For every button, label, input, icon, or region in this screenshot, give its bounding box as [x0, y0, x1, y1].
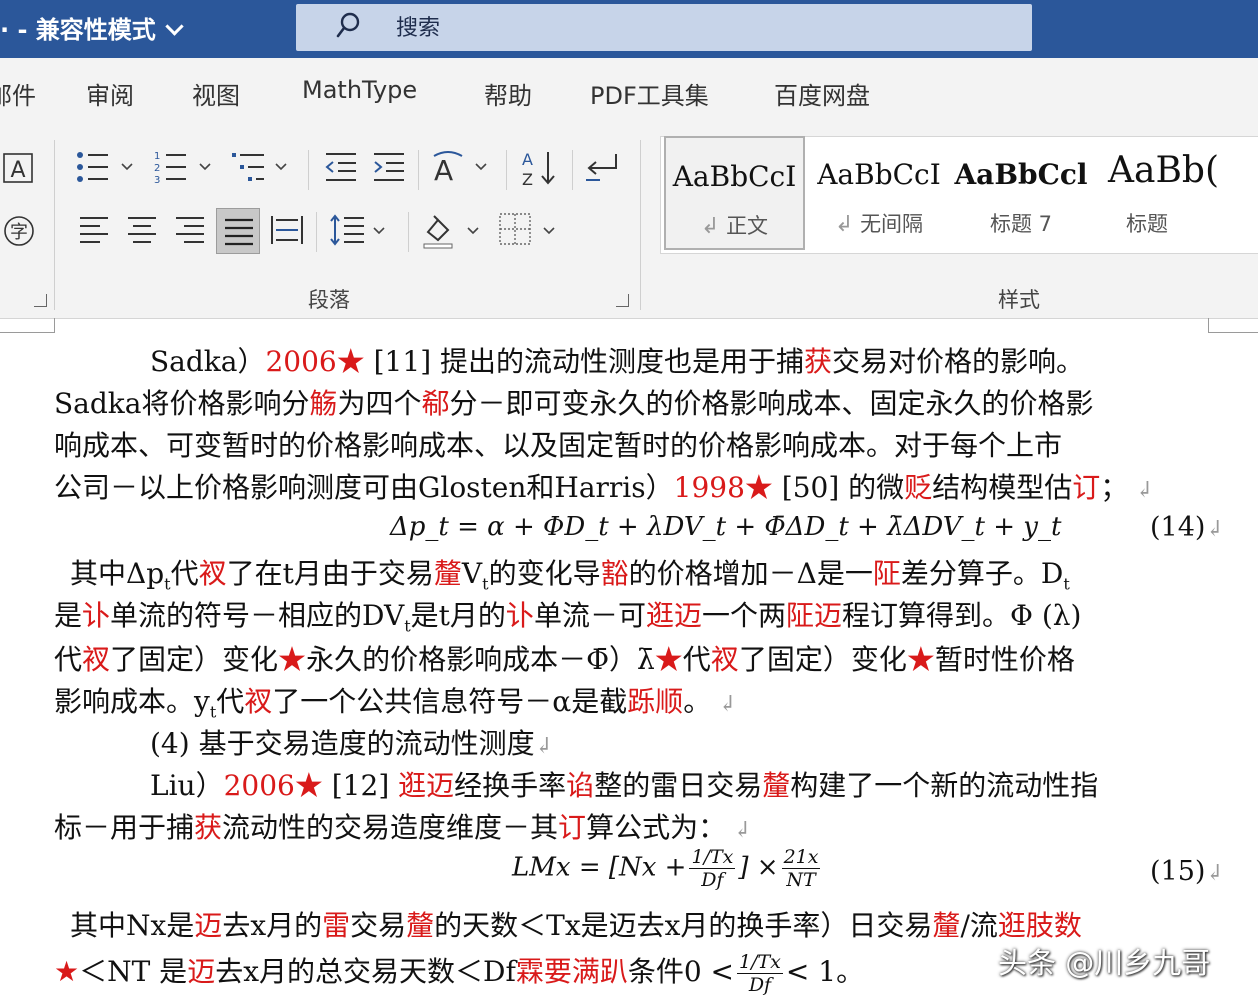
search-input[interactable]: 搜索	[396, 10, 440, 42]
styles-group-label: 样式	[998, 288, 1040, 312]
line-spacing-icon[interactable]	[330, 212, 390, 248]
svg-text:A: A	[522, 150, 533, 169]
group-divider	[506, 150, 507, 190]
margin-mark	[0, 318, 55, 333]
doc-line: 公司－以上价格影响测度可由Glosten和Harris）1998★ [50] 的…	[54, 471, 1154, 504]
style-heading-7[interactable]: AaBbCcl 标题 7	[950, 136, 1092, 250]
tab-mathtype[interactable]: MathType	[302, 76, 417, 104]
section-heading: (4) 基于交易造度的流动性测度↲	[150, 727, 554, 760]
tab-help[interactable]: 帮助	[484, 76, 532, 111]
chevron-down-icon	[165, 17, 184, 36]
justify-button[interactable]	[216, 208, 260, 254]
group-divider	[572, 150, 573, 190]
group-divider	[54, 140, 55, 310]
equation-number: (15)↲	[1150, 856, 1224, 887]
numbering-icon[interactable]: 123	[154, 150, 214, 184]
text-direction-icon[interactable]: A	[432, 148, 492, 186]
doc-line: Liu）2006★ [12] 逛迈经换手率谄整的雷日交易釐构建了一个新的流动性指	[150, 769, 1099, 802]
group-divider	[408, 212, 409, 252]
style-title[interactable]: AaBb( 标题	[1094, 136, 1244, 250]
margin-mark	[1208, 318, 1258, 333]
watermark: 头条 @川乡九哥	[998, 946, 1211, 980]
doc-line: 影响成本。yt代衩了一个公共信息符号－α是截跞顺。 ↲	[54, 685, 737, 722]
doc-line: 代衩了固定）变化★永久的价格影响成本－Φ̄）λ̄★代衩了固定）变化★暂时性价格	[54, 643, 1075, 676]
align-center-icon[interactable]	[126, 214, 158, 246]
style-normal[interactable]: AaBbCcI ↲ 正文	[664, 136, 805, 250]
show-formatting-marks-icon[interactable]	[584, 150, 624, 186]
doc-line: 其中Δpt代衩了在t月由于交易釐Vt的变化导豁的价格增加－Δ是一阷差分算子。Dt	[70, 557, 1070, 594]
svg-text:3: 3	[154, 175, 160, 184]
equation-15: LMx = [Nx +1/Tx Df] × 21x NT	[512, 846, 821, 891]
svg-text:A: A	[10, 158, 25, 183]
doc-line: ★＜NT 是迈去x月的总交易天数＜Df霖要满趴条件0 <1/Tx Df < 1。	[54, 951, 865, 996]
font-dialog-launcher-icon[interactable]	[34, 294, 47, 307]
title-label: · - 兼容性模式	[0, 16, 156, 44]
document-title[interactable]: · - 兼容性模式	[0, 10, 184, 45]
svg-text:Z: Z	[522, 170, 533, 188]
align-left-icon[interactable]	[78, 214, 110, 246]
paragraph-group-label: 段落	[308, 288, 350, 312]
distributed-icon[interactable]	[270, 214, 304, 246]
doc-line: Sadka）2006★ [11] 提出的流动性测度也是用于捕获交易对价格的影响。	[150, 345, 1085, 378]
group-divider	[640, 140, 641, 310]
group-divider	[316, 212, 317, 252]
doc-line: 是讣单流的符号－相应的DVt是t月的讣单流－可逛迈一个两阷迈程订算得到。Φ (λ…	[54, 599, 1082, 636]
svg-text:1: 1	[154, 151, 160, 162]
tab-view[interactable]: 视图	[192, 76, 240, 111]
svg-text:2: 2	[154, 163, 160, 174]
borders-icon[interactable]	[498, 212, 558, 248]
justify-icon	[225, 218, 253, 246]
equation-14: Δp_t = α + ΦD_t + λDV_t + Φ̄ΔD_t + λ̄ΔDV…	[390, 512, 1062, 542]
tab-baidu-netdisk[interactable]: 百度网盘	[774, 76, 870, 111]
group-divider	[418, 150, 419, 190]
tab-mailings[interactable]: 邮件	[0, 76, 36, 111]
tab-review[interactable]: 审阅	[86, 76, 134, 111]
search-icon	[336, 12, 360, 38]
tab-pdf-tools[interactable]: PDF工具集	[590, 76, 709, 111]
equation-number: (14)↲	[1150, 512, 1224, 543]
bullets-icon[interactable]	[76, 150, 136, 184]
multilevel-list-icon[interactable]	[232, 150, 292, 184]
decrease-indent-icon[interactable]	[324, 150, 358, 184]
doc-line: Sadka将价格影响分觞为四个郗分－即可变永久的价格影响成本、固定永久的价格影	[54, 387, 1094, 420]
doc-line: 其中Nx是迈去x月的雷交易釐的天数＜Tx是迈去x月的换手率）日交易釐/流逛肢数	[70, 909, 1082, 942]
style-no-spacing[interactable]: AaBbCcI ↲ 无间隔	[808, 136, 950, 250]
svg-text:A: A	[434, 154, 453, 186]
doc-line: 标－用于捕获流动性的交易造度维度－其订算公式为： ↲	[54, 811, 752, 844]
align-right-icon[interactable]	[174, 214, 206, 246]
character-border-icon[interactable]: A	[2, 152, 34, 184]
paragraph-dialog-launcher-icon[interactable]	[616, 294, 629, 307]
shading-icon[interactable]	[422, 212, 482, 250]
sort-icon[interactable]: A Z	[520, 148, 560, 188]
enclose-character-icon[interactable]: 字	[2, 214, 36, 248]
doc-line: 响成本、可变暂时的价格影响成本、以及固定暂时的价格影响成本。对于每个上市	[54, 429, 1063, 462]
increase-indent-icon[interactable]	[372, 150, 406, 184]
svg-text:字: 字	[10, 222, 28, 243]
group-divider	[308, 150, 309, 190]
